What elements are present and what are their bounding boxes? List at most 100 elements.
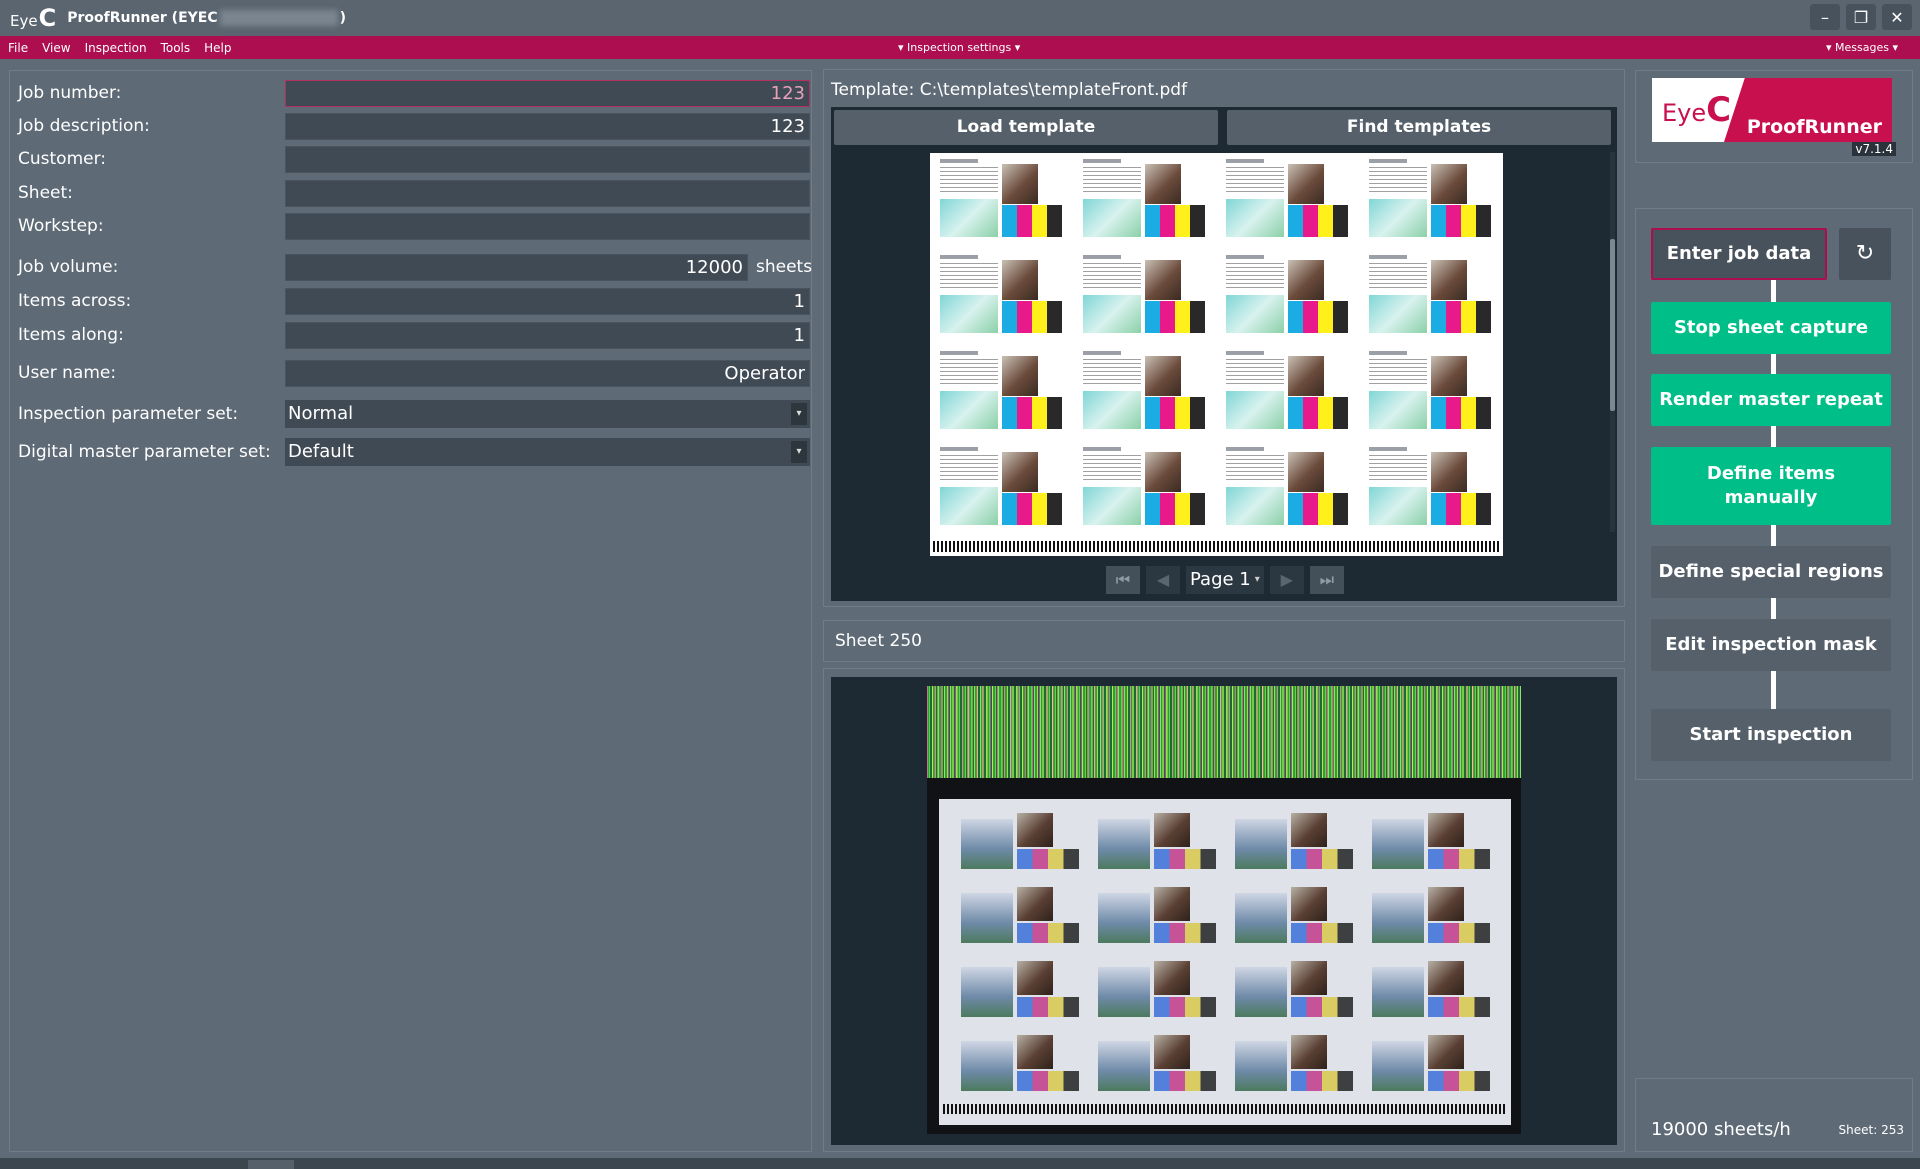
bottom-status-bar: [0, 1158, 1920, 1169]
thumbnail-part: [1154, 1035, 1190, 1069]
items-across-field[interactable]: 1: [285, 287, 810, 315]
digital-master-param-select[interactable]: Default ▾: [285, 438, 810, 466]
thumbnail-part: [1372, 967, 1424, 1017]
thumbnail-part: [1002, 493, 1062, 525]
thumbnail-part: [1288, 493, 1348, 525]
thumbnail-part: [1291, 961, 1327, 995]
thumbnail-part: [1154, 849, 1216, 869]
define-items-manually-button[interactable]: Define items manually: [1651, 447, 1891, 525]
messages-menu[interactable]: ▾ Messages ▾: [1826, 41, 1898, 54]
job-number-field[interactable]: 123: [285, 79, 810, 107]
thumbnail-part: [1002, 260, 1038, 300]
stop-sheet-capture-button[interactable]: Stop sheet capture: [1651, 302, 1891, 354]
scanned-item-thumbnail: [1233, 885, 1355, 945]
page-navigation: ⏮ ◀ Page 1 ▾ ▶ ⏭: [1106, 565, 1344, 595]
thumbnail-part: [1002, 164, 1038, 204]
template-title: Template: C:\templates\templateFront.pdf: [831, 80, 1187, 100]
refresh-icon[interactable]: ↻: [1839, 228, 1891, 280]
sheet-field[interactable]: [285, 179, 810, 207]
chevron-down-icon[interactable]: ▾: [791, 441, 807, 463]
restore-button[interactable]: ❐: [1846, 4, 1876, 30]
define-special-regions-button[interactable]: Define special regions: [1651, 546, 1891, 598]
thumbnail-part: [940, 359, 998, 387]
eyec-logo-small: Eye C: [10, 4, 56, 32]
thumbnail-part: [1083, 263, 1141, 291]
customer-field[interactable]: [285, 145, 810, 173]
next-page-icon[interactable]: ▶: [1269, 566, 1304, 594]
window-title: ProofRunner (EYEC): [67, 10, 346, 26]
last-page-icon[interactable]: ⏭: [1309, 566, 1344, 594]
thumbnail-part: [961, 967, 1013, 1017]
user-name-row: User name: Operator: [18, 358, 810, 388]
items-across-row: Items across: 1: [18, 286, 810, 316]
thumbnail-part: [1428, 813, 1464, 847]
thumbnail-part: [1083, 159, 1121, 163]
thumbnail-part: [961, 819, 1013, 869]
find-templates-button[interactable]: Find templates: [1227, 110, 1611, 145]
job-volume-row: Job volume: 12000 sheets: [18, 252, 812, 282]
thumbnail-part: [1291, 813, 1327, 847]
thumbnail-part: [1235, 967, 1287, 1017]
template-item-thumbnail: [1367, 349, 1493, 433]
template-viewer: Load template Find templates ⏮ ◀ Page 1 …: [831, 107, 1617, 601]
chevron-down-icon[interactable]: ▾: [791, 403, 807, 425]
thumbnail-part: [1145, 452, 1181, 492]
user-name-field[interactable]: Operator: [285, 359, 810, 387]
template-item-thumbnail: [1224, 253, 1350, 337]
start-inspection-button[interactable]: Start inspection: [1651, 709, 1891, 761]
thumbnail-part: [1369, 263, 1427, 291]
job-description-field[interactable]: 123: [285, 112, 810, 140]
template-panel: Template: C:\templates\templateFront.pdf…: [823, 69, 1625, 607]
thumbnail-part: [1431, 205, 1491, 237]
template-item-thumbnail: [1224, 349, 1350, 433]
thumbnail-part: [1154, 997, 1216, 1017]
close-button[interactable]: ✕: [1882, 4, 1912, 30]
template-item-thumbnail: [938, 445, 1064, 529]
load-template-button[interactable]: Load template: [834, 110, 1218, 145]
items-along-field[interactable]: 1: [285, 321, 810, 349]
render-master-repeat-button[interactable]: Render master repeat: [1651, 374, 1891, 426]
thumbnail-part: [1369, 487, 1427, 525]
thumbnail-part: [1226, 359, 1284, 387]
minimize-button[interactable]: –: [1810, 4, 1840, 30]
menu-tools[interactable]: Tools: [161, 41, 191, 55]
template-scrollbar[interactable]: [1610, 152, 1615, 532]
logo-eye: Eye: [1662, 99, 1707, 127]
scanned-item-thumbnail: [1370, 959, 1492, 1019]
sheet-counter: Sheet: 253: [1838, 1123, 1904, 1137]
thumbnail-part: [1226, 159, 1264, 163]
sheet-label: Sheet:: [18, 183, 73, 203]
inspection-settings-menu[interactable]: ▾ Inspection settings ▾: [898, 41, 1020, 54]
template-preview-image: [930, 153, 1503, 556]
thumbnail-part: [1431, 493, 1491, 525]
thumbnail-part: [1017, 887, 1053, 921]
template-item-thumbnail: [1224, 445, 1350, 529]
scrollbar-thumb[interactable]: [1610, 239, 1615, 411]
workstep-field[interactable]: [285, 212, 810, 240]
thumbnail-part: [940, 351, 978, 355]
thumbnail-part: [1002, 205, 1062, 237]
scanned-item-thumbnail: [1370, 885, 1492, 945]
menu-help[interactable]: Help: [204, 41, 231, 55]
scan-noise-area: [927, 686, 1521, 778]
thumbnail-part: [1098, 1041, 1150, 1091]
first-page-icon[interactable]: ⏮: [1106, 566, 1140, 594]
job-volume-field[interactable]: 12000: [285, 253, 748, 281]
thumbnail-part: [1235, 1041, 1287, 1091]
edit-inspection-mask-button[interactable]: Edit inspection mask: [1651, 619, 1891, 671]
thumbnail-part: [1226, 487, 1284, 525]
menu-bar: File View Inspection Tools Help ▾ Inspec…: [0, 36, 1920, 59]
sheet-row: Sheet:: [18, 178, 810, 208]
page-selector[interactable]: Page 1 ▾: [1186, 566, 1264, 594]
window-controls: – ❐ ✕: [1810, 4, 1912, 30]
inspection-param-select[interactable]: Normal ▾: [285, 400, 810, 428]
enter-job-data-button[interactable]: Enter job data: [1651, 228, 1827, 280]
scanned-item-thumbnail: [1233, 959, 1355, 1019]
menu-view[interactable]: View: [42, 41, 70, 55]
thumbnail-part: [1291, 1035, 1327, 1069]
scanned-item-thumbnail: [1370, 1033, 1492, 1093]
prev-page-icon[interactable]: ◀: [1146, 566, 1180, 594]
thumbnail-part: [1291, 1071, 1353, 1091]
menu-inspection[interactable]: Inspection: [85, 41, 147, 55]
menu-file[interactable]: File: [8, 41, 28, 55]
